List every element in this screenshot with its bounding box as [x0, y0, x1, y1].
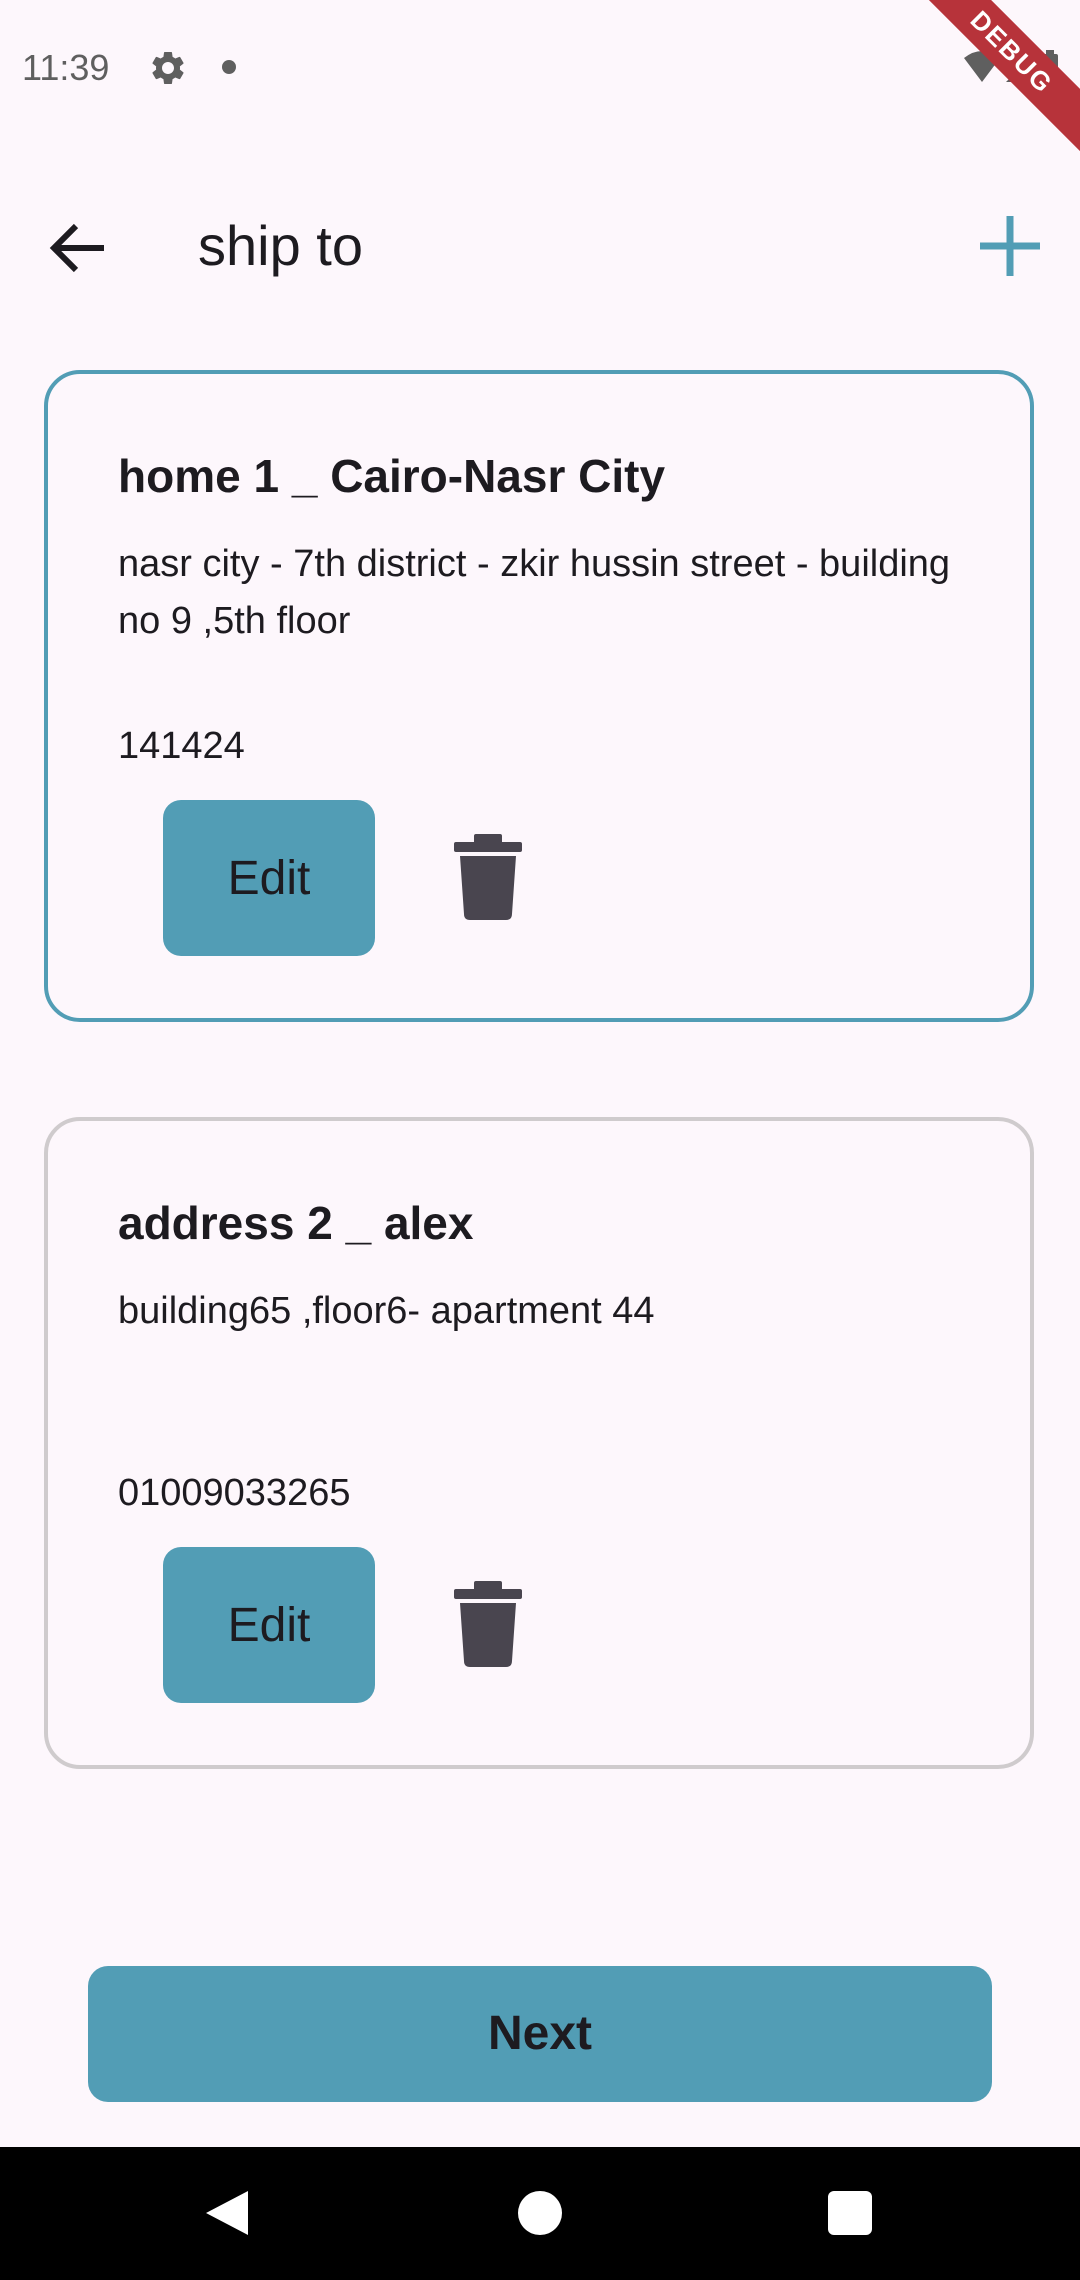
address-card-selected[interactable]: home 1 _ Cairo-Nasr City nasr city - 7th… — [44, 370, 1034, 1022]
nav-home-icon[interactable] — [518, 2191, 562, 2235]
app-bar: ship to — [0, 190, 1080, 302]
plus-icon[interactable] — [974, 210, 1046, 282]
edit-button[interactable]: Edit — [163, 1547, 375, 1703]
system-navigation-bar — [0, 2147, 1080, 2280]
address-details: building65 ,floor6- apartment 44 — [118, 1290, 655, 1332]
trash-icon[interactable] — [452, 832, 524, 922]
gear-icon — [152, 51, 184, 84]
status-bar: 11:39 — [0, 0, 1080, 140]
page-title: ship to — [198, 214, 363, 277]
arrow-back-icon[interactable] — [44, 218, 110, 278]
trash-icon[interactable] — [452, 1579, 524, 1669]
address-title: address 2 _ alex — [118, 1197, 474, 1249]
notification-dot-icon — [222, 60, 236, 74]
status-time: 11:39 — [22, 47, 110, 88]
address-phone: 01009033265 — [118, 1472, 351, 1514]
address-title: home 1 _ Cairo-Nasr City — [118, 450, 666, 502]
address-card[interactable]: address 2 _ alex building65 ,floor6- apa… — [44, 1117, 1034, 1769]
address-details: nasr city - 7th district - zkir hussin s… — [118, 543, 951, 642]
nav-recents-icon[interactable] — [828, 2191, 872, 2235]
nav-back-icon[interactable] — [202, 2187, 252, 2239]
next-button[interactable]: Next — [88, 1966, 992, 2102]
address-phone: 141424 — [118, 725, 245, 767]
edit-button[interactable]: Edit — [163, 800, 375, 956]
